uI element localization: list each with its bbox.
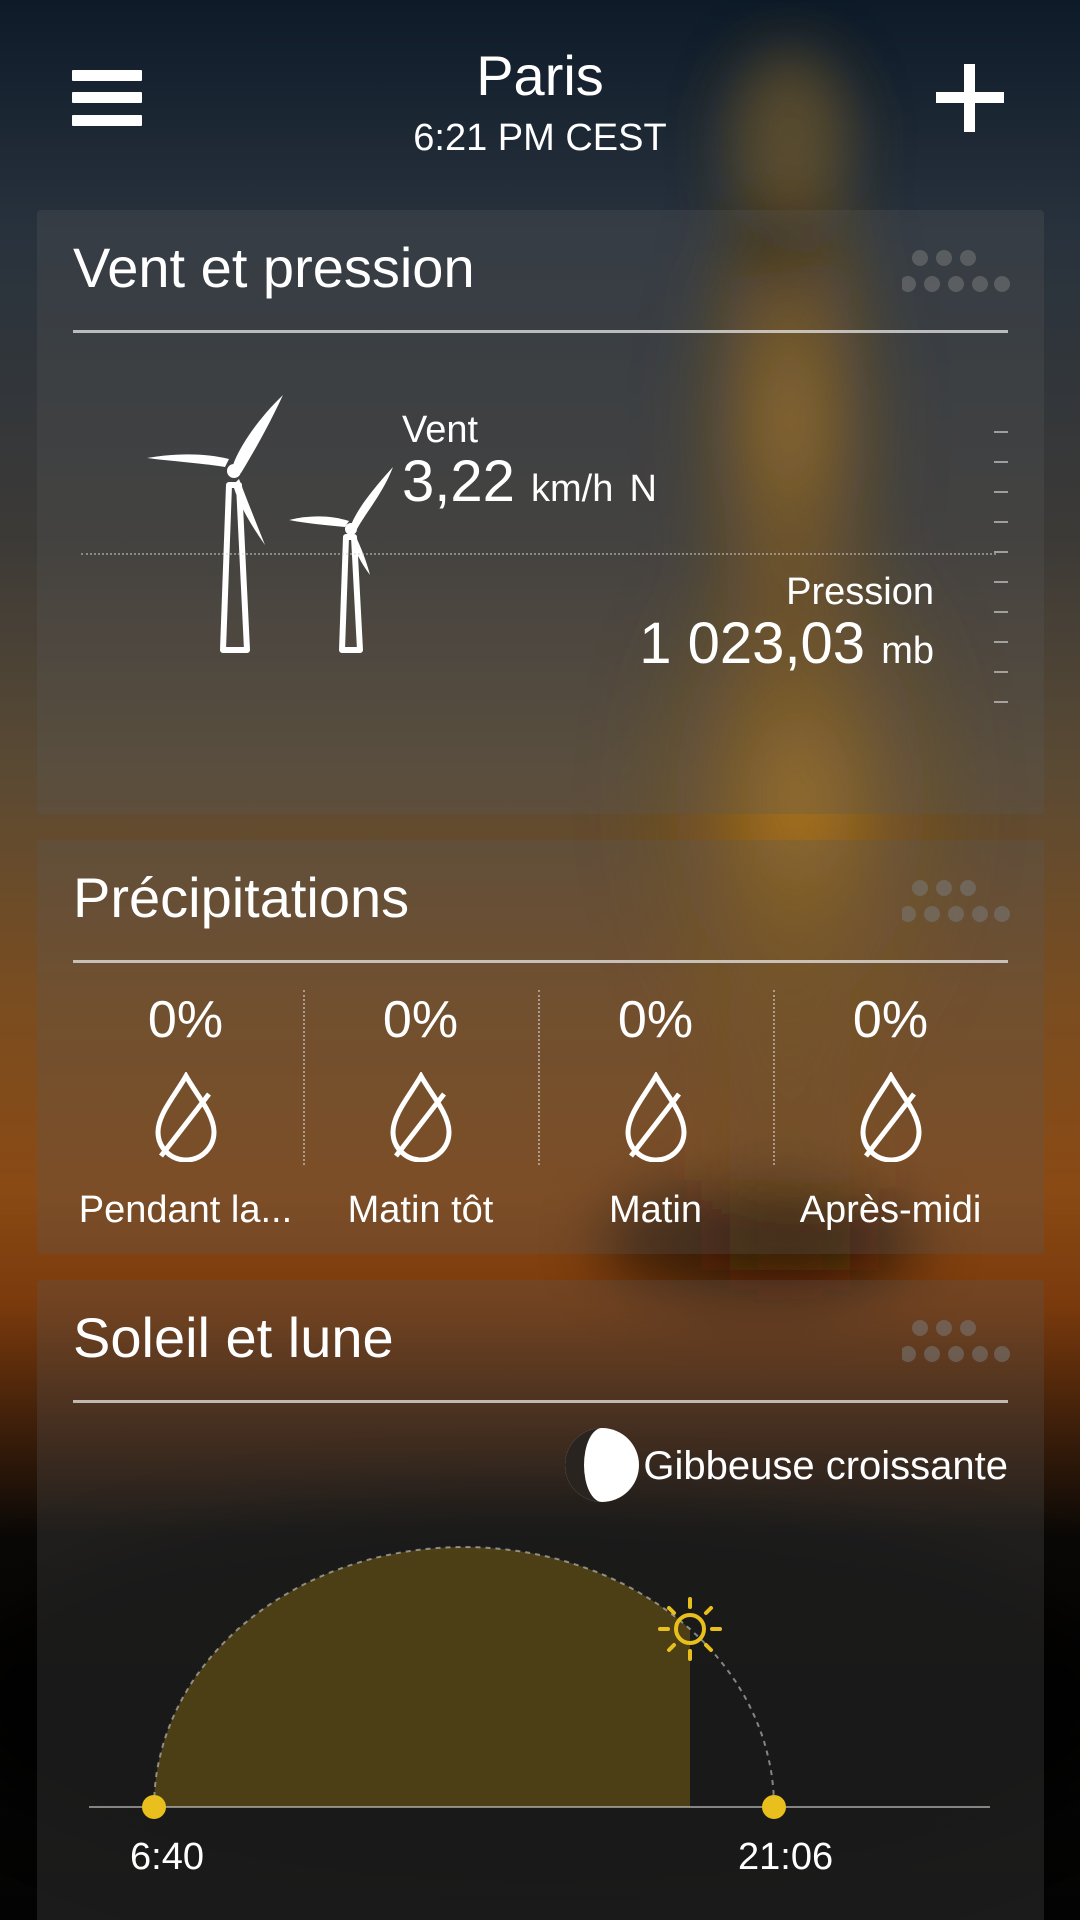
local-time: 6:21 PM CEST: [413, 117, 667, 159]
card-title: Vent et pression: [73, 236, 475, 299]
wind-pressure-card: Vent et pression Vent 3,22 km/h N Pressi…: [37, 210, 1044, 814]
wind-direction: N: [629, 468, 657, 510]
pressure: 1 023,03 mb: [639, 612, 934, 683]
card-title: Précipitations: [73, 866, 410, 929]
pressure-scale: [994, 431, 1008, 703]
sunset-time: 21:06: [738, 1836, 834, 1878]
raindrop-no-rain-icon: [303, 1070, 538, 1163]
precip-percent: 0%: [617, 991, 694, 1049]
plus-icon[interactable]: [936, 64, 1004, 132]
pressure-unit: mb: [881, 630, 934, 672]
sunrise-time: 6:40: [130, 1836, 204, 1878]
horizon-dotted-line: [81, 553, 996, 555]
precip-period-4: 0% Après-midi: [773, 990, 1008, 1232]
precip-period-label: Matin tôt: [347, 1189, 494, 1231]
precip-period-label: Pendant la...: [78, 1189, 293, 1231]
moon-phase-label: Gibbeuse croissante: [643, 1444, 1008, 1488]
card-title: Soleil et lune: [73, 1306, 394, 1369]
wind-label: Vent: [402, 409, 479, 451]
precip-period-2: 0% Matin tôt: [303, 990, 538, 1232]
precip-percent: 0%: [147, 991, 224, 1049]
card-divider: [73, 330, 1008, 333]
precip-period-label: Matin: [609, 1189, 702, 1231]
card-divider: [73, 1400, 1008, 1403]
pressure-value: 1 023,03: [639, 611, 866, 676]
sun-moon-card: Soleil et lune Gibbeuse croissante 6:40 …: [37, 1280, 1044, 1920]
sunset-dot: [762, 1795, 786, 1819]
raindrop-no-rain-icon: [773, 1070, 1008, 1163]
precip-percent: 0%: [382, 991, 459, 1049]
precipitation-card: Précipitations 0% Pendant la... 0% Matin…: [37, 840, 1044, 1254]
sunrise-dot: [142, 1795, 166, 1819]
wind-speed: 3,22 km/h N: [402, 450, 657, 521]
precip-period-label: Après-midi: [799, 1189, 982, 1231]
wind-speed-value: 3,22: [402, 449, 515, 514]
precip-period-3: 0% Matin: [538, 990, 773, 1232]
drag-handle-icon[interactable]: [902, 878, 1010, 928]
raindrop-no-rain-icon: [538, 1070, 773, 1163]
card-divider: [73, 960, 1008, 963]
pressure-label: Pression: [786, 571, 934, 613]
wind-speed-unit: km/h: [531, 468, 614, 510]
wind-turbines-icon: [147, 395, 393, 653]
city-name: Paris: [476, 44, 604, 107]
raindrop-no-rain-icon: [68, 1070, 303, 1163]
waxing-gibbous-moon-icon: [565, 1428, 639, 1502]
precip-period-1: 0% Pendant la...: [68, 990, 303, 1232]
drag-handle-icon[interactable]: [902, 248, 1010, 298]
daylight-elapsed-area: [154, 1547, 690, 1807]
drag-handle-icon[interactable]: [902, 1318, 1010, 1368]
precip-percent: 0%: [852, 991, 929, 1049]
